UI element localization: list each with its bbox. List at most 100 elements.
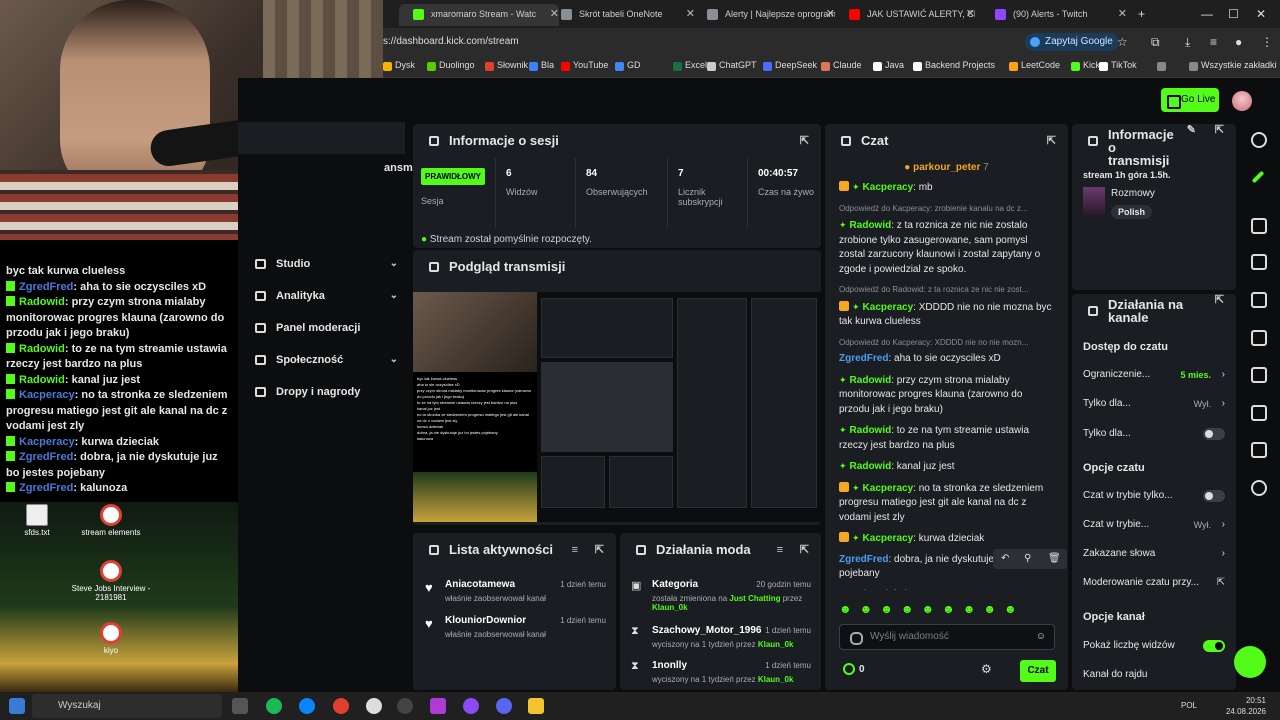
chat-message[interactable]: ✦ Radowid: to ze na tym streamie ustawia … xyxy=(825,423,1068,453)
spotify-icon[interactable] xyxy=(266,698,282,714)
discord-icon[interactable] xyxy=(496,698,512,714)
desktop-icon-kiyo[interactable]: kiyo xyxy=(66,622,156,655)
minimize-icon[interactable]: — xyxy=(1201,0,1213,28)
chat-username[interactable]: ZgredFred xyxy=(839,554,888,565)
popout-icon[interactable]: ⇱ xyxy=(1047,124,1056,158)
subs-only-toggle[interactable] xyxy=(1203,428,1225,440)
video-icon[interactable] xyxy=(1251,218,1267,234)
slow-mode-row[interactable]: Czat w trybie... Wył. › xyxy=(1083,515,1225,535)
banned-words-row[interactable]: Zakazane słowa › xyxy=(1083,544,1225,564)
chat-icon[interactable] xyxy=(1251,330,1267,346)
maximize-icon[interactable]: ☐ xyxy=(1228,0,1239,28)
download-icon[interactable]: ⤓ xyxy=(1185,35,1190,50)
bookmark-item[interactable]: LeetCode xyxy=(1009,60,1060,71)
nav-item-analytics[interactable]: Analityka ⌄ xyxy=(238,282,398,310)
new-tab-button[interactable]: + xyxy=(1138,0,1145,28)
chat-input[interactable]: Wyślij wiadomość ☺ xyxy=(839,624,1055,650)
category-name[interactable]: Rozmowy xyxy=(1111,188,1155,199)
chat-username[interactable]: Radowid xyxy=(850,461,892,472)
help-button[interactable] xyxy=(1234,646,1266,678)
chat-message[interactable]: Odpowiedź do Radowid: z ta roznica ze ni… xyxy=(825,283,1068,330)
desktop-icon-steve-jobs[interactable]: Steve Jobs Interview - 2181981 xyxy=(66,560,156,602)
tab-onenote[interactable]: Skrót tabeli OneNote ✕ xyxy=(547,4,695,26)
list-icon[interactable] xyxy=(1251,292,1267,308)
chat-username[interactable]: Kacperacy xyxy=(863,182,914,193)
chat-message[interactable]: ✦ Radowid: kanal juz jest xyxy=(825,459,1068,475)
ask-google-button[interactable]: Zapytaj Google xyxy=(1025,33,1119,51)
gear-icon[interactable]: ⚙ xyxy=(981,662,992,676)
clock[interactable]: 20:51 24.08.2026 xyxy=(1226,695,1266,717)
followers-only-row[interactable]: Tylko dla... Wył. › xyxy=(1083,394,1225,414)
raid-row[interactable]: Kanał do rajdu xyxy=(1083,665,1225,685)
bookmark-item[interactable]: Słownik xyxy=(485,60,528,71)
more-bookmarks-icon[interactable]: » xyxy=(1157,60,1167,71)
filter-icon[interactable]: ≡ xyxy=(572,533,578,567)
go-live-button[interactable]: Go Live xyxy=(1161,88,1219,112)
edge-icon[interactable] xyxy=(299,698,315,714)
emoji-icon[interactable]: ☺ xyxy=(1036,625,1046,649)
chat-message[interactable]: ✦ Kacperacy: mb xyxy=(825,180,1068,196)
media-icon[interactable]: ≡ xyxy=(1210,35,1217,49)
chat-message[interactable]: ✦ Radowid: przy czym strona mialaby monit… xyxy=(825,373,1068,418)
app-icon[interactable] xyxy=(430,698,446,714)
close-icon[interactable]: ✕ xyxy=(966,4,975,24)
close-icon[interactable]: ✕ xyxy=(826,4,835,24)
popout-icon[interactable]: ⇱ xyxy=(1215,124,1224,137)
chat-username[interactable]: Radowid xyxy=(850,375,892,386)
stream-preview-video[interactable]: byc tak kurwa clueless aha to sie oczysci… xyxy=(413,292,821,522)
profile-icon[interactable]: ● xyxy=(1235,35,1242,49)
avatar[interactable] xyxy=(1232,91,1252,111)
apps-icon[interactable] xyxy=(1251,480,1267,496)
nav-item-studio[interactable]: Studio ⌄ xyxy=(238,250,398,278)
bookmark-item[interactable]: Duolingo xyxy=(427,60,475,71)
bookmark-item[interactable]: GD xyxy=(615,60,641,71)
trash-icon[interactable]: 🗑 xyxy=(1048,549,1061,569)
chat-message[interactable]: Odpowiedź do Kacperacy: XDDDD nie no nie… xyxy=(825,336,1068,367)
chat-username[interactable]: Kacperacy xyxy=(863,533,914,544)
bookmark-item[interactable]: TikTok xyxy=(1099,60,1137,71)
folder-icon[interactable] xyxy=(528,698,544,714)
close-icon[interactable]: ✕ xyxy=(1118,4,1127,24)
chat-message[interactable]: ✦ Kacperacy: kurwa dzieciak xyxy=(825,531,1068,547)
nav-item-community[interactable]: Społeczność ⌄ xyxy=(238,346,398,374)
restrict-row[interactable]: Ograniczenie... 5 mies. › xyxy=(1083,365,1225,385)
bookmark-item[interactable]: Backend Projects xyxy=(913,60,995,71)
bookmark-item[interactable]: ChatGPT xyxy=(707,60,757,71)
chat-username[interactable]: Radowid xyxy=(850,425,892,436)
extensions-icon[interactable]: ⧉ xyxy=(1151,35,1160,50)
chrome-icon[interactable] xyxy=(333,698,349,714)
edit-icon[interactable]: ✎ xyxy=(1187,124,1196,137)
bookmark-item[interactable]: Excel xyxy=(673,60,707,71)
taskbar-search[interactable]: Wyszukaj xyxy=(32,694,222,718)
emote-bar[interactable]: ☻☻☻☻☻☻☻☻☻ xyxy=(839,602,1059,618)
nav-item-mod-panel[interactable]: Panel moderacji xyxy=(238,314,398,342)
lightning-icon[interactable] xyxy=(1251,254,1267,270)
language-indicator[interactable]: POL xyxy=(1181,701,1197,710)
task-view-icon[interactable] xyxy=(232,698,248,714)
chat-message[interactable]: ✦ Kacperacy: no ta stronka ze sledzeniem … xyxy=(825,481,1068,526)
app-icon[interactable] xyxy=(366,698,382,714)
all-bookmarks-button[interactable]: Wszystkie zakładki xyxy=(1189,60,1277,71)
code-icon[interactable] xyxy=(1251,367,1267,383)
show-viewers-toggle[interactable] xyxy=(1203,640,1225,652)
popout-icon[interactable]: ⇱ xyxy=(595,533,604,567)
chat-message[interactable]: ZgredFred: kalunoza xyxy=(825,588,1068,591)
tab-youtube[interactable]: JAK USTAWIĆ ALERTY, CHA ✕ xyxy=(835,4,975,26)
reply-icon[interactable]: ↶ xyxy=(1001,549,1009,569)
bookmark-item[interactable]: Kick xyxy=(1071,60,1100,71)
bookmark-item[interactable]: Claude xyxy=(821,60,862,71)
wrench-icon[interactable] xyxy=(1251,442,1267,458)
bookmark-item[interactable]: Bla xyxy=(529,60,554,71)
filter-icon[interactable]: ≡ xyxy=(777,533,783,567)
desktop-icon-stream-elements[interactable]: stream elements xyxy=(66,504,156,537)
chat-username[interactable]: Kacperacy xyxy=(863,302,914,313)
pin-icon[interactable]: ⚲ xyxy=(1024,549,1031,569)
address-bar[interactable]: s://dashboard.kick.com/stream xyxy=(383,32,1003,52)
tab-twitch[interactable]: (90) Alerts - Twitch ✕ xyxy=(981,4,1127,26)
app-icon[interactable] xyxy=(463,698,479,714)
popout-icon[interactable]: ⇱ xyxy=(800,533,809,567)
chat-message[interactable]: Odpowiedź do Kacperacy: zrobienie kanalu… xyxy=(825,202,1068,278)
obs-icon[interactable] xyxy=(397,698,413,714)
bookmark-item[interactable]: Java xyxy=(873,60,904,71)
chat-username[interactable]: Kacperacy xyxy=(863,483,914,494)
